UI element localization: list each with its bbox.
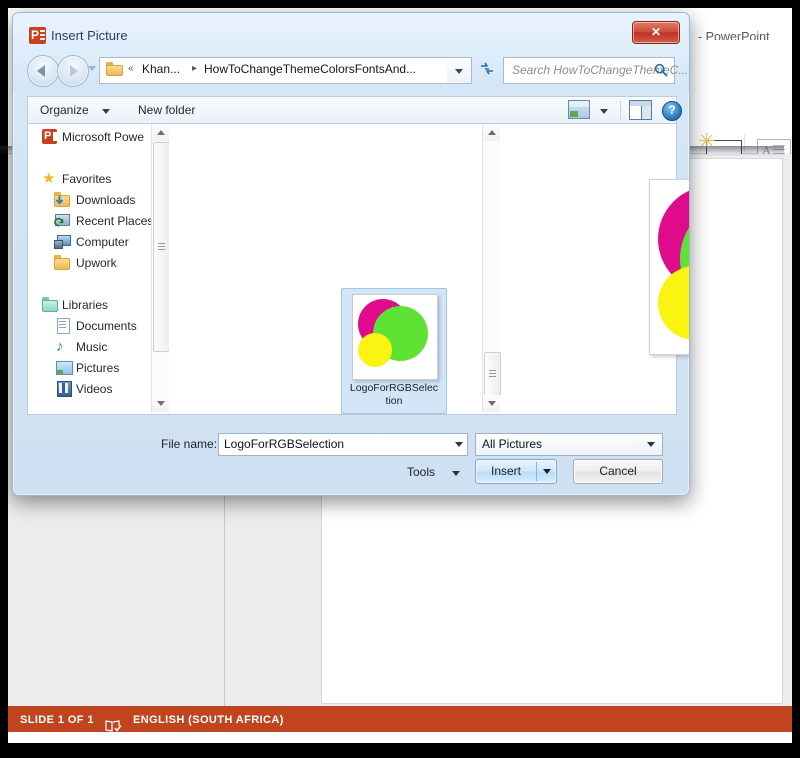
organize-chevron-down-icon[interactable]: [102, 109, 110, 114]
insert-chevron-down-icon[interactable]: [543, 469, 551, 474]
organize-button[interactable]: Organize: [40, 103, 89, 117]
sidebar-item-videos[interactable]: Videos: [76, 382, 112, 396]
file-list-scrollbar[interactable]: [482, 124, 500, 412]
cancel-button[interactable]: Cancel: [573, 459, 663, 484]
navigation-pane[interactable]: P Microsoft Powe ★ Favorites Downloads R…: [28, 124, 168, 412]
scroll-up-icon[interactable]: [483, 124, 500, 141]
scroll-down-icon[interactable]: [152, 395, 169, 412]
file-name-label: File name:: [161, 437, 217, 451]
scrollbar-grip: [158, 243, 165, 252]
sidebar-item-libraries[interactable]: Libraries: [62, 298, 108, 312]
file-name-input[interactable]: LogoForRGBSelection: [218, 433, 468, 456]
sidebar-item-pictures[interactable]: Pictures: [76, 361, 119, 375]
sidebar-item-recent-places[interactable]: Recent Places: [76, 214, 153, 228]
folder-icon: [106, 62, 123, 76]
status-language[interactable]: ENGLISH (SOUTH AFRICA): [133, 714, 284, 726]
help-glyph: ?: [662, 101, 682, 121]
breadcrumb-prefix: «: [128, 63, 134, 74]
forward-arrow-icon[interactable]: [57, 55, 89, 87]
sidebar-item-documents[interactable]: Documents: [76, 319, 137, 333]
scroll-down-icon[interactable]: [483, 395, 500, 412]
breadcrumb-separator: ▸: [192, 63, 197, 74]
powerpoint-icon: P: [42, 129, 58, 144]
new-folder-button[interactable]: New folder: [138, 103, 195, 117]
file-name-value: LogoForRGBSelection: [224, 437, 344, 451]
logo-image-preview: [650, 180, 690, 354]
file-list-pane[interactable]: LogoForRGBSelection: [169, 124, 662, 412]
music-icon: ♪: [56, 339, 72, 354]
search-input[interactable]: Search HowToChangeThemeC...: [503, 57, 675, 84]
search-icon: [654, 63, 668, 77]
powerpoint-status-bar: SLIDE 1 OF 1 ENGLISH (SOUTH AFRICA): [8, 706, 792, 732]
insert-button[interactable]: Insert: [475, 459, 557, 484]
file-type-select[interactable]: All Pictures: [475, 433, 663, 456]
file-type-chevron-down-icon: [647, 442, 655, 447]
address-bar[interactable]: « Khan... ▸ HowToChangeThemeColorsFontsA…: [99, 57, 448, 84]
pictures-icon: [56, 360, 72, 375]
file-browser-area: P Microsoft Powe ★ Favorites Downloads R…: [27, 123, 677, 415]
address-chevron-down-icon[interactable]: [447, 57, 472, 84]
scrollbar-grip: [489, 370, 496, 379]
breadcrumb-item-1[interactable]: HowToChangeThemeColorsFontsAnd...: [204, 62, 416, 76]
sidebar-item-upwork[interactable]: Upwork: [76, 256, 117, 270]
change-view-icon[interactable]: [568, 100, 590, 119]
sidebar-item-microsoft-powerpoint[interactable]: Microsoft Powe: [62, 130, 144, 144]
dialog-toolbar: Organize New folder ?: [27, 96, 677, 124]
scroll-up-icon[interactable]: [152, 124, 169, 141]
insert-split-divider: [536, 462, 537, 481]
folder-icon: [54, 255, 70, 270]
help-icon[interactable]: ?: [662, 101, 682, 121]
tools-chevron-down-icon[interactable]: [452, 471, 460, 476]
sidebar-item-computer[interactable]: Computer: [76, 235, 129, 249]
close-icon[interactable]: ✕: [632, 21, 680, 44]
document-icon: [56, 318, 72, 333]
sidebar-item-downloads[interactable]: Downloads: [76, 193, 135, 207]
view-chevron-down-icon[interactable]: [600, 109, 608, 114]
insert-button-label: Insert: [476, 464, 536, 478]
preview-image: [649, 179, 690, 355]
file-type-value: All Pictures: [482, 437, 542, 451]
star-icon: ★: [42, 171, 58, 186]
navigation-scrollbar-thumb[interactable]: [153, 142, 170, 352]
navigation-pane-scrollbar[interactable]: [151, 124, 169, 412]
sidebar-item-favorites[interactable]: Favorites: [62, 172, 111, 186]
sidebar-item-music[interactable]: Music: [76, 340, 107, 354]
file-thumbnail: [352, 294, 438, 380]
powerpoint-icon: P: [29, 27, 46, 44]
screen: - PowerPoint DEVELOPER ✳ omment omments …: [0, 0, 800, 758]
videos-icon: [56, 381, 72, 396]
recent-places-icon: [54, 213, 70, 228]
file-name-chevron-down-icon[interactable]: [450, 434, 467, 453]
libraries-icon: [42, 297, 58, 312]
tools-button[interactable]: Tools: [407, 465, 435, 479]
list-item-label: LogoForRGBSelection: [343, 382, 445, 407]
spell-check-icon[interactable]: [105, 719, 122, 733]
computer-icon: [54, 234, 70, 249]
logo-image: [353, 295, 437, 379]
refresh-icon[interactable]: [474, 57, 500, 82]
file-list-scrollbar-thumb[interactable]: [484, 352, 501, 396]
status-slide-indicator[interactable]: SLIDE 1 OF 1: [20, 714, 94, 726]
insert-picture-dialog: P Insert Picture ✕ « Khan... ▸ HowToChan…: [12, 12, 690, 496]
downloads-folder-icon: [54, 192, 70, 207]
recent-locations-chevron-down-icon[interactable]: [88, 66, 96, 71]
toolbar-separator: [620, 101, 621, 120]
list-item[interactable]: LogoForRGBSelection: [341, 288, 447, 414]
back-arrow-icon[interactable]: [27, 55, 59, 87]
navigation-row: « Khan... ▸ HowToChangeThemeColorsFontsA…: [13, 53, 689, 91]
breadcrumb-item-0[interactable]: Khan...: [142, 62, 180, 76]
preview-pane-icon[interactable]: [629, 100, 652, 120]
dialog-title: Insert Picture: [51, 28, 128, 43]
